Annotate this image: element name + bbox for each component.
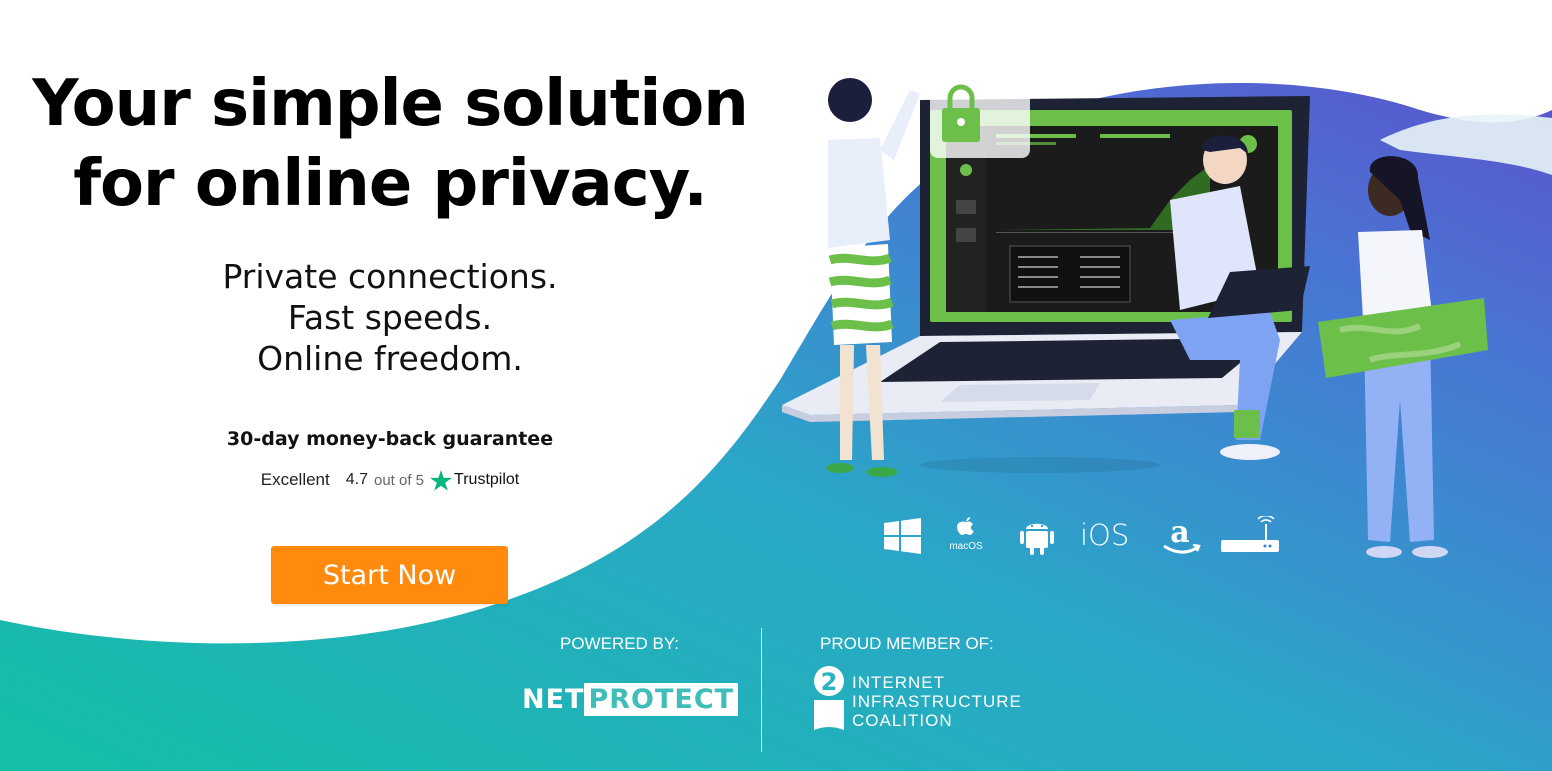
hero-taglines: Private connections. Fast speeds. Online… [0,256,780,379]
netprotect-logo[interactable]: NET PROTECT [522,683,739,716]
apple-icon [957,517,974,535]
svg-text:a: a [1170,516,1189,550]
iic-line-3: COALITION [852,711,953,730]
start-now-button[interactable]: Start Now [271,546,508,604]
hero-illustration [782,78,1488,558]
android-icon [1020,523,1054,555]
iic-logo-icon: 2 [814,666,844,730]
rating-label: Excellent [260,470,330,489]
hero-title: Your simple solution for online privacy. [0,64,780,224]
money-back-guarantee: 30-day money-back guarantee [226,428,554,450]
macos-badge: macOS [946,516,986,553]
rating-score: 4.7 [345,471,368,488]
powered-by-label: POWERED BY: [560,634,680,653]
trustpilot-label: Trustpilot [454,471,520,488]
tagline-private: Private connections. [222,257,558,296]
ios-label: iOS [1080,518,1130,552]
iic-line-2: INFRASTRUCTURE [852,692,1022,711]
hero-title-line-1: Your simple solution [32,67,749,141]
netprotect-logo-protect: PROTECT [584,683,739,716]
amazon-icon: a [1163,516,1201,554]
netprotect-logo-net: NET [522,684,585,715]
trustpilot-rating[interactable]: Excellent 4.7 out of 5 Trustpilot [0,468,780,492]
tagline-speed: Fast speeds. [287,298,493,337]
iic-line-1: INTERNET [852,673,945,692]
windows-icon [884,518,921,554]
footer-divider [761,628,762,752]
trustpilot-star-icon [430,469,452,491]
macos-label: macOS [949,541,983,552]
svg-text:2: 2 [821,668,838,696]
iic-logo-text[interactable]: INTERNET INFRASTRUCTURE COALITION [852,673,1022,730]
trustpilot-logo[interactable]: Trustpilot [430,469,520,491]
router-icon [1221,516,1279,552]
proud-member-label: PROUD MEMBER OF: [820,634,994,653]
tagline-freedom: Online freedom. [257,339,523,378]
rating-out-of: out of 5 [373,471,425,489]
hero-title-line-2: for online privacy. [73,147,708,221]
